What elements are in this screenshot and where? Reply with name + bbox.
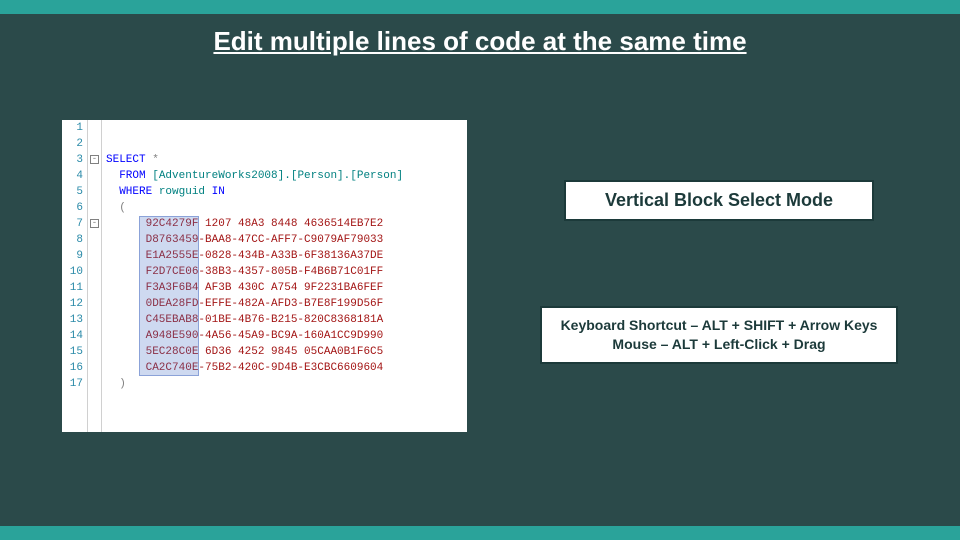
fold-toggle-icon[interactable]: - bbox=[90, 219, 99, 228]
code-area[interactable]: SELECT * FROM [AdventureWorks2008].[Pers… bbox=[102, 120, 403, 432]
code-editor[interactable]: 1234567891011121314151617 - - SELECT * F… bbox=[62, 120, 467, 432]
shortcut-mouse: Mouse – ALT + Left-Click + Drag bbox=[558, 335, 880, 354]
bottom-accent-bar bbox=[0, 526, 960, 540]
top-accent-bar bbox=[0, 0, 960, 14]
shortcut-keyboard: Keyboard Shortcut – ALT + SHIFT + Arrow … bbox=[558, 316, 880, 335]
callout-vertical-block-select: Vertical Block Select Mode bbox=[564, 180, 874, 221]
fold-column: - - bbox=[88, 120, 102, 432]
fold-toggle-icon[interactable]: - bbox=[90, 155, 99, 164]
line-number-gutter: 1234567891011121314151617 bbox=[62, 120, 88, 432]
callout-shortcuts: Keyboard Shortcut – ALT + SHIFT + Arrow … bbox=[540, 306, 898, 364]
page-title: Edit multiple lines of code at the same … bbox=[0, 26, 960, 57]
